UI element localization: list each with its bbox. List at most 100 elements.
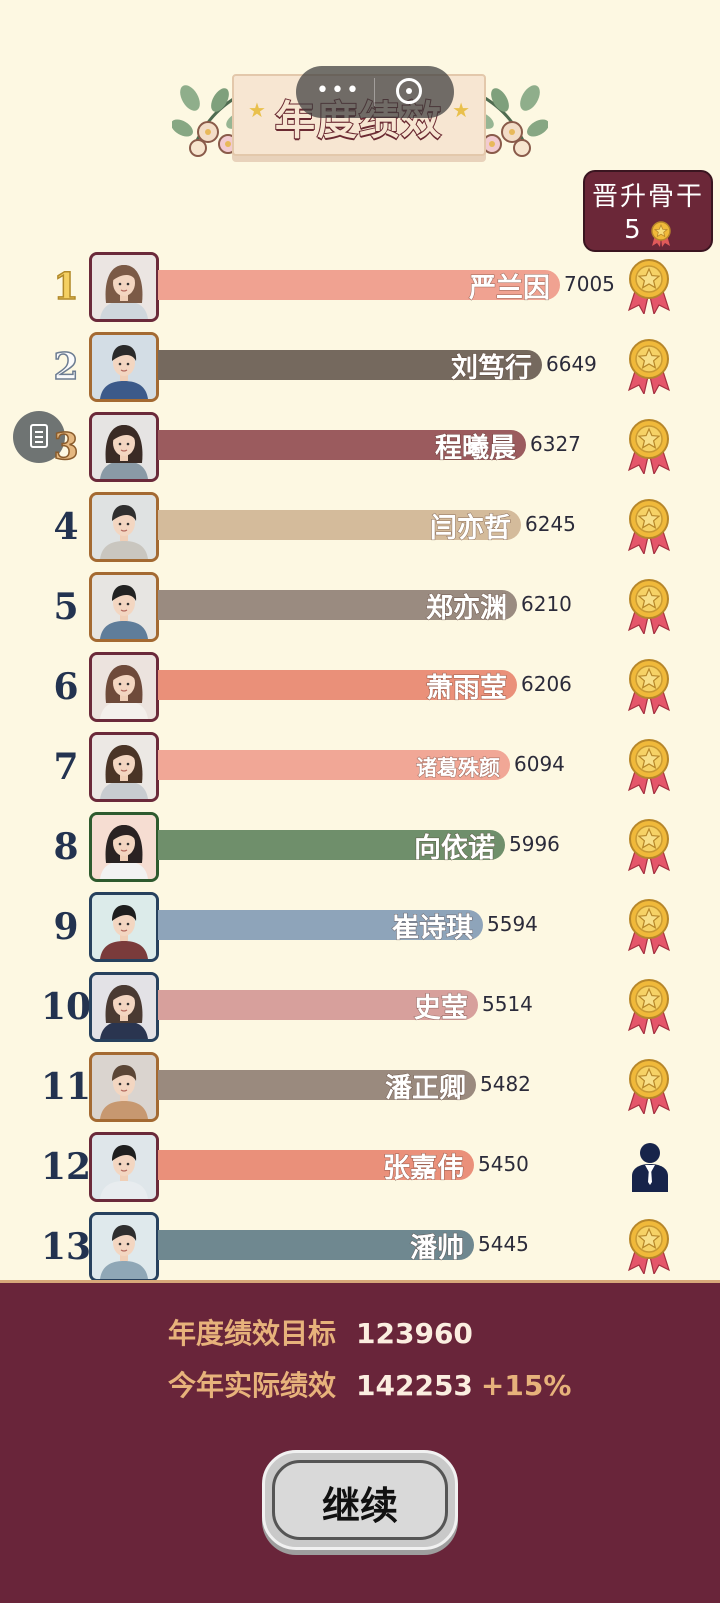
employee-avatar[interactable] xyxy=(89,652,159,722)
performance-bar: 向依诺 xyxy=(158,830,505,865)
performance-bar: 潘正卿 xyxy=(158,1070,476,1105)
ranking-row: 2 刘笃行 6649 xyxy=(0,328,720,408)
medal-icon xyxy=(626,898,672,958)
performance-bar: 程曦晨 xyxy=(158,430,526,465)
medal-icon xyxy=(626,498,672,558)
continue-button[interactable]: 继续 xyxy=(262,1450,458,1550)
ranking-row: 1 严兰因 7005 xyxy=(0,248,720,328)
rank-number: 1 xyxy=(53,265,80,309)
performance-bar: 史莹 xyxy=(158,990,478,1025)
performance-score: 6210 xyxy=(521,592,572,616)
ranking-row: 8 向依诺 5996 xyxy=(0,808,720,888)
performance-score: 6649 xyxy=(546,352,597,376)
person-suit-icon xyxy=(630,1142,670,1196)
ranking-row: 13 潘帅 5445 xyxy=(0,1208,720,1280)
ranking-row: 6 萧雨莹 6206 xyxy=(0,648,720,728)
medal-icon xyxy=(626,978,672,1038)
performance-bar: 刘笃行 xyxy=(158,350,542,385)
employee-name: 诸葛殊颜 xyxy=(416,756,501,781)
employee-avatar[interactable] xyxy=(89,332,159,402)
medal-icon xyxy=(626,578,672,638)
target-label: 年度绩效目标 xyxy=(168,1317,337,1350)
performance-score: 5482 xyxy=(480,1072,531,1096)
medal-icon xyxy=(626,1218,672,1278)
ranking-list: 1 严兰因 7005 2 刘笃行 6649 3 程曦晨 6327 4 闫亦哲 6… xyxy=(0,0,720,1280)
actual-line: 今年实际绩效 142253 +15% xyxy=(168,1364,571,1404)
employee-avatar[interactable] xyxy=(89,812,159,882)
rank-number: 10 xyxy=(40,986,92,1028)
rank-number: 7 xyxy=(53,746,79,788)
ranking-row: 10 史莹 5514 xyxy=(0,968,720,1048)
employee-avatar[interactable] xyxy=(89,492,159,562)
employee-name: 萧雨莹 xyxy=(426,673,508,705)
performance-score: 6206 xyxy=(521,672,572,696)
rank-number: 4 xyxy=(53,506,79,548)
performance-bar: 严兰因 xyxy=(158,270,560,305)
performance-score: 5996 xyxy=(509,832,560,856)
medal-icon xyxy=(626,818,672,878)
performance-bar: 崔诗琪 xyxy=(158,910,483,945)
medal-icon xyxy=(626,258,672,318)
ranking-row: 11 潘正卿 5482 xyxy=(0,1048,720,1128)
medal-icon xyxy=(626,738,672,798)
performance-score: 5594 xyxy=(487,912,538,936)
rank-number: 12 xyxy=(40,1146,92,1188)
ranking-row: 7 诸葛殊颜 6094 xyxy=(0,728,720,808)
employee-avatar[interactable] xyxy=(89,412,159,482)
target-line: 年度绩效目标 123960 xyxy=(168,1312,473,1352)
employee-avatar[interactable] xyxy=(89,892,159,962)
employee-avatar[interactable] xyxy=(89,1132,159,1202)
rank-number: 8 xyxy=(53,826,79,868)
performance-bar: 张嘉伟 xyxy=(158,1150,474,1185)
performance-screen: ★ ★ 年度绩效 ••• 晋升骨干 5 1 严兰因 7005 2 刘笃行 664… xyxy=(0,0,720,1603)
employee-name: 潘正卿 xyxy=(385,1073,467,1105)
employee-name: 张嘉伟 xyxy=(383,1153,465,1185)
rank-number: 5 xyxy=(53,586,79,628)
employee-avatar[interactable] xyxy=(89,732,159,802)
actual-value: 142253 xyxy=(356,1369,473,1402)
ranking-row: 4 闫亦哲 6245 xyxy=(0,488,720,568)
ranking-row: 12 张嘉伟 5450 xyxy=(0,1128,720,1208)
employee-name: 郑亦渊 xyxy=(426,593,508,625)
ranking-row: 5 郑亦渊 6210 xyxy=(0,568,720,648)
rank-number: 2 xyxy=(53,345,80,389)
rank-number: 11 xyxy=(40,1066,92,1108)
medal-icon xyxy=(626,418,672,478)
performance-bar: 萧雨莹 xyxy=(158,670,517,705)
performance-bar: 诸葛殊颜 xyxy=(158,750,510,781)
performance-score: 5514 xyxy=(482,992,533,1016)
performance-bar: 郑亦渊 xyxy=(158,590,517,625)
continue-label: 继续 xyxy=(321,1484,398,1528)
medal-icon xyxy=(626,1058,672,1118)
performance-score: 6327 xyxy=(530,432,581,456)
employee-name: 崔诗琪 xyxy=(392,913,474,945)
rank-number: 13 xyxy=(40,1226,92,1268)
performance-score: 6245 xyxy=(525,512,576,536)
performance-score: 6094 xyxy=(514,752,565,776)
employee-avatar[interactable] xyxy=(89,972,159,1042)
ranking-row: 9 崔诗琪 5594 xyxy=(0,888,720,968)
medal-icon xyxy=(626,338,672,398)
employee-name: 刘笃行 xyxy=(451,353,533,385)
performance-score: 5445 xyxy=(478,1232,529,1256)
rank-number: 9 xyxy=(53,906,79,948)
performance-score: 5450 xyxy=(478,1152,529,1176)
actual-change: +15% xyxy=(480,1369,572,1402)
actual-label: 今年实际绩效 xyxy=(168,1369,337,1402)
employee-name: 向依诺 xyxy=(414,833,496,865)
performance-bar: 潘帅 xyxy=(158,1230,474,1265)
employee-avatar[interactable] xyxy=(89,1212,159,1280)
performance-score: 7005 xyxy=(564,272,615,296)
ranking-row: 3 程曦晨 6327 xyxy=(0,408,720,488)
employee-name: 程曦晨 xyxy=(435,433,517,465)
rank-number: 3 xyxy=(53,425,80,469)
employee-avatar[interactable] xyxy=(89,252,159,322)
employee-name: 潘帅 xyxy=(410,1233,465,1265)
employee-name: 闫亦哲 xyxy=(430,513,512,545)
rank-number: 6 xyxy=(53,666,79,708)
employee-avatar[interactable] xyxy=(89,1052,159,1122)
employee-avatar[interactable] xyxy=(89,572,159,642)
target-value: 123960 xyxy=(356,1317,473,1350)
performance-bar: 闫亦哲 xyxy=(158,510,521,545)
employee-name: 严兰因 xyxy=(469,273,551,305)
